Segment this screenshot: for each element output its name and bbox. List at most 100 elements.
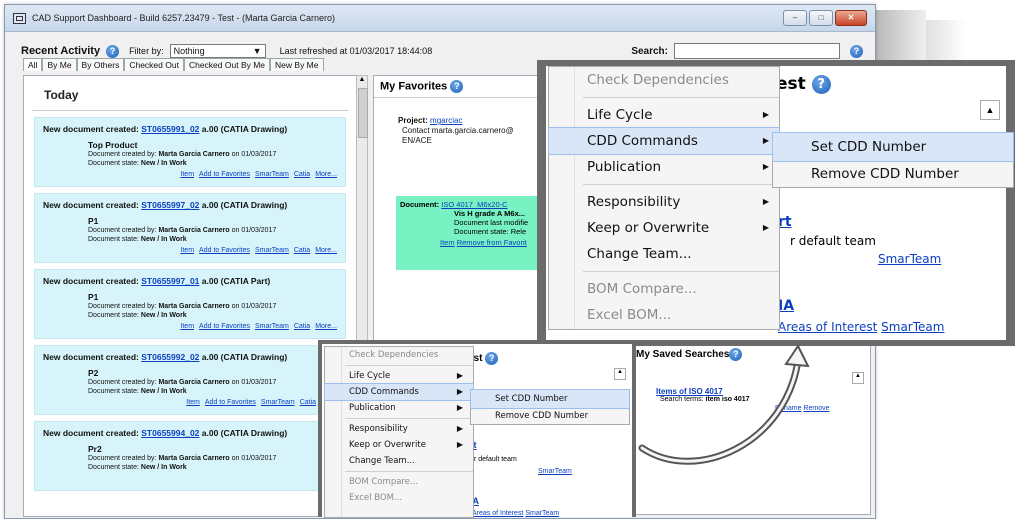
project-link[interactable]: mgarciac — [430, 116, 462, 125]
help-icon[interactable]: ? — [450, 80, 464, 93]
context-menu: Check Dependencies Life Cycle ▶ CDD Command… — [548, 66, 780, 330]
document-link[interactable]: ST0655991_02 — [141, 124, 199, 134]
submenu-arrow-icon: ▶ — [456, 403, 463, 412]
card-link[interactable]: Add to Favorites — [199, 247, 250, 254]
smarteam-link[interactable]: SmarTeam — [525, 510, 559, 517]
document-link[interactable]: ST0655994_02 — [141, 428, 199, 438]
card-link[interactable]: More... — [315, 323, 337, 330]
menu-item-remove-cdd-number[interactable]: Remove CDD Number — [471, 408, 629, 424]
scroll-up-icon[interactable]: ▲ — [614, 368, 626, 380]
scroll-thumb[interactable] — [358, 88, 368, 138]
menu-item-responsibility[interactable]: Responsibility ▶ — [549, 189, 779, 215]
state-value: New / In Work — [140, 160, 187, 167]
tab-checked-out-by-me[interactable]: Checked Out By Me — [183, 58, 271, 71]
tab-checked-out[interactable]: Checked Out — [124, 58, 184, 71]
search-input[interactable] — [674, 43, 840, 59]
help-icon[interactable]: ? — [811, 74, 831, 94]
tab-new-by-me[interactable]: New By Me — [270, 58, 324, 71]
created-on: on 01/03/2017 — [231, 455, 277, 462]
activity-headline: New document created: ST0655994_02 a.00 … — [43, 428, 339, 438]
minimize-button[interactable]: – — [783, 10, 807, 26]
state-value: New / In Work — [140, 236, 187, 243]
menu-item-label: Life Cycle — [349, 371, 391, 381]
card-link[interactable]: SmarTeam — [255, 247, 289, 254]
card-link[interactable]: Catia — [294, 171, 310, 178]
created-by-label: Document created by: — [88, 227, 157, 234]
tab-by-me[interactable]: By Me — [42, 58, 77, 71]
document-link[interactable]: ST0655997_02 — [141, 200, 199, 210]
scroll-up-icon[interactable]: ▲ — [852, 372, 864, 384]
state-label: Document state: — [88, 464, 139, 471]
smarteam-link[interactable]: SmarTeam — [538, 468, 572, 475]
menu-item-check-dependencies[interactable]: Check Dependencies — [549, 67, 779, 93]
document-link[interactable]: ST0655997_01 — [141, 276, 199, 286]
state-value: New / In Work — [140, 464, 187, 471]
filter-select[interactable]: Nothing ▼ — [169, 44, 266, 58]
created-by-label: Document created by: — [88, 455, 157, 462]
tab-all[interactable]: All — [23, 58, 43, 71]
help-icon[interactable]: ? — [850, 44, 863, 58]
menu-item-change-team[interactable]: Change Team... — [325, 453, 473, 469]
menu-item-set-cdd-number[interactable]: Set CDD Number — [772, 132, 1014, 162]
interest-link[interactable]: rt — [778, 214, 792, 230]
card-link[interactable]: Add to Favorites — [205, 399, 256, 406]
menu-item-label: Responsibility — [349, 424, 408, 434]
areas-of-interest-link[interactable]: Areas of Interest — [778, 320, 877, 334]
doc-item-link[interactable]: Item — [440, 238, 455, 247]
card-link[interactable]: Catia — [294, 247, 310, 254]
filter-label: Filter by: — [129, 46, 164, 56]
remove-favorite-link[interactable]: Remove from Favorit — [457, 238, 527, 247]
scroll-up-icon[interactable]: ▲ — [357, 76, 367, 83]
menu-item-bom-compare[interactable]: BOM Compare... — [549, 276, 779, 302]
menu-item-cdd-commands[interactable]: CDD Commands ▶ — [548, 127, 780, 155]
card-link[interactable]: Item — [180, 171, 194, 178]
menu-item-responsibility[interactable]: Responsibility ▶ — [325, 421, 473, 437]
menu-item-keep-or-overwrite[interactable]: Keep or Overwrite ▶ — [325, 437, 473, 453]
doc-link[interactable]: ISO 4017_M6x20-C — [441, 200, 507, 209]
menu-item-publication[interactable]: Publication ▶ — [325, 400, 473, 416]
search-label: Search: — [631, 45, 668, 57]
menu-item-change-team[interactable]: Change Team... — [549, 241, 779, 267]
menu-item-publication[interactable]: Publication ▶ — [549, 154, 779, 180]
help-icon[interactable]: ? — [106, 44, 120, 58]
menu-item-keep-or-overwrite[interactable]: Keep or Overwrite ▶ — [549, 215, 779, 241]
card-link[interactable]: Catia — [294, 323, 310, 330]
favorite-document-card: Document: ISO 4017_M6x20-C Vis H grade A… — [396, 196, 544, 270]
menu-item-excel-bom[interactable]: Excel BOM... — [549, 302, 779, 328]
card-link[interactable]: SmarTeam — [255, 323, 289, 330]
card-link[interactable]: Item — [180, 247, 194, 254]
menu-item-excel-bom[interactable]: Excel BOM... — [325, 490, 473, 506]
card-link[interactable]: Add to Favorites — [199, 323, 250, 330]
card-link[interactable]: More... — [315, 247, 337, 254]
document-link[interactable]: ST0655992_02 — [141, 352, 199, 362]
created-on: on 01/03/2017 — [231, 303, 277, 310]
smarteam-link[interactable]: SmarTeam — [881, 320, 944, 334]
document-state: Document state: New / In Work — [88, 387, 339, 396]
maximize-button[interactable]: □ — [809, 10, 833, 26]
menu-item-remove-cdd-number[interactable]: Remove CDD Number — [773, 161, 1013, 187]
menu-item-bom-compare[interactable]: BOM Compare... — [325, 474, 473, 490]
card-link[interactable]: Item — [180, 323, 194, 330]
card-link[interactable]: SmarTeam — [261, 399, 295, 406]
menu-item-life-cycle[interactable]: Life Cycle ▶ — [549, 102, 779, 128]
help-icon[interactable]: ? — [485, 352, 499, 365]
project-contact: Contact marta.garcia.carnero@ — [402, 126, 514, 135]
interest-link[interactable]: IA — [778, 298, 794, 314]
close-button[interactable]: ✕ — [835, 10, 867, 26]
tab-by-others[interactable]: By Others — [76, 58, 125, 71]
card-link[interactable]: More... — [315, 171, 337, 178]
menu-item-check-dependencies[interactable]: Check Dependencies — [325, 347, 473, 363]
card-link[interactable]: Item — [186, 399, 200, 406]
scroll-up-icon[interactable]: ▲ — [980, 100, 1000, 120]
smarteam-link[interactable]: SmarTeam — [878, 252, 941, 266]
document-rev: a.00 (CATIA Part) — [199, 276, 271, 286]
submenu: Set CDD Number Remove CDD Number — [470, 389, 630, 425]
areas-of-interest-link[interactable]: Areas of Interest — [472, 510, 523, 517]
card-link[interactable]: SmarTeam — [255, 171, 289, 178]
card-link[interactable]: Add to Favorites — [199, 171, 250, 178]
card-link[interactable]: Catia — [300, 399, 316, 406]
menu-item-set-cdd-number[interactable]: Set CDD Number — [470, 389, 630, 409]
menu-item-life-cycle[interactable]: Life Cycle ▶ — [325, 368, 473, 384]
menu-item-cdd-commands[interactable]: CDD Commands ▶ — [324, 383, 474, 401]
submenu-arrow-icon: ▶ — [762, 110, 769, 119]
